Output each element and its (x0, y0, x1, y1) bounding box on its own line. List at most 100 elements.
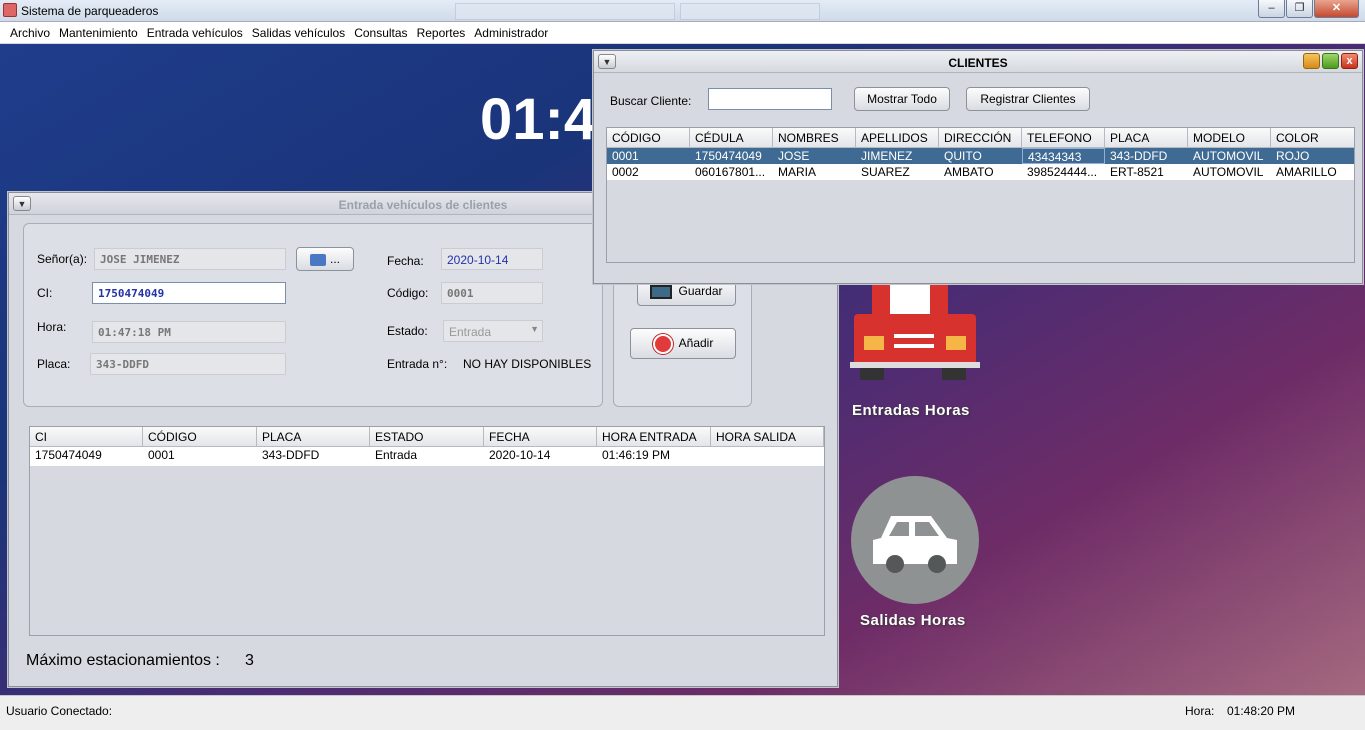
ci-input[interactable]: 1750474049 (92, 282, 286, 304)
col-codigo[interactable]: CÓDIGO (143, 427, 257, 446)
maximize-button[interactable]: ❐ (1286, 0, 1313, 18)
cell: 2020-10-14 (489, 448, 551, 462)
cell: 1750474049 (695, 149, 762, 163)
codigo-label: Código: (387, 286, 429, 300)
status-bar: Usuario Conectado: Hora: 01:48:20 PM (0, 695, 1365, 730)
col-codigo[interactable]: CÓDIGO (607, 128, 690, 147)
cell: JIMENEZ (861, 149, 913, 163)
codigo-field: 0001 (441, 282, 543, 304)
salidas-car-icon[interactable] (851, 476, 979, 604)
cell: ERT-8521 (1110, 165, 1164, 179)
placa-field: 343-DDFD (90, 353, 286, 375)
entradas-truck-icon[interactable] (850, 284, 980, 384)
senor-field: JOSE JIMENEZ (94, 248, 286, 270)
col-placa[interactable]: PLACA (1105, 128, 1188, 147)
browse-client-button[interactable]: ... (296, 247, 354, 271)
col-placa[interactable]: PLACA (257, 427, 370, 446)
usuario-conectado-label: Usuario Conectado: (6, 704, 113, 718)
entradas-horas-label[interactable]: Entradas Horas (852, 402, 970, 419)
close-button[interactable]: ✕ (1314, 0, 1359, 18)
cell: 0001 (148, 448, 175, 462)
menu-entrada-vehiculos[interactable]: Entrada vehículos (142, 22, 247, 43)
buscar-cliente-label: Buscar Cliente: (610, 94, 692, 108)
ci-label: CI: (37, 286, 53, 300)
entradas-table: CI CÓDIGO PLACA ESTADO FECHA HORA ENTRAD… (29, 426, 825, 636)
cell: SUAREZ (861, 165, 910, 179)
col-apellidos[interactable]: APELLIDOS (856, 128, 939, 147)
max-label: Máximo estacionamientos : (26, 652, 220, 669)
table-row[interactable]: 0001 1750474049 JOSE JIMENEZ QUITO 43434… (607, 148, 1354, 164)
close-icon[interactable]: x (1341, 53, 1358, 69)
chevron-down-icon: ▼ (530, 324, 539, 334)
cell (711, 447, 824, 464)
entrada-n-value: NO HAY DISPONIBLES (463, 357, 592, 371)
cell: 43434343 (1022, 148, 1105, 164)
fecha-label: Fecha: (387, 254, 424, 268)
car-icon (873, 516, 957, 573)
hora-field: 01:47:18 PM (92, 321, 286, 343)
col-telefono[interactable]: TELEFONO (1022, 128, 1105, 147)
estado-label: Estado: (387, 324, 428, 338)
table-row[interactable]: 1750474049 0001 343-DDFD Entrada 2020-10… (30, 447, 824, 464)
clientes-table: CÓDIGO CÉDULA NOMBRES APELLIDOS DIRECCIÓ… (606, 127, 1355, 263)
hora-label: Hora: (37, 320, 67, 334)
menu-reportes[interactable]: Reportes (412, 22, 470, 43)
cell: 343-DDFD (1110, 149, 1168, 163)
minimize-icon[interactable] (1303, 53, 1320, 69)
senor-label: Señor(a): (37, 252, 88, 266)
status-hora-label: Hora: (1185, 704, 1215, 718)
cell: QUITO (944, 149, 982, 163)
col-color[interactable]: COLOR (1271, 128, 1354, 147)
background-tab (680, 3, 820, 20)
status-hora-value: 01:48:20 PM (1227, 704, 1296, 718)
registrar-clientes-button[interactable]: Registrar Clientes (966, 87, 1090, 111)
table-empty-area (30, 466, 824, 635)
col-fecha[interactable]: FECHA (484, 427, 597, 446)
col-ci[interactable]: CI (30, 427, 143, 446)
col-hora-entrada[interactable]: HORA ENTRADA (597, 427, 711, 446)
placa-label: Placa: (37, 357, 71, 371)
window-titlebar: Sistema de parqueaderos – ❐ ✕ (0, 0, 1365, 22)
minimize-button[interactable]: – (1258, 0, 1285, 18)
col-estado[interactable]: ESTADO (370, 427, 484, 446)
col-nombres[interactable]: NOMBRES (773, 128, 856, 147)
cell: 1750474049 (35, 448, 102, 462)
col-modelo[interactable]: MODELO (1188, 128, 1271, 147)
entrada-n-label: Entrada n°: (387, 357, 448, 371)
mostrar-todo-button[interactable]: Mostrar Todo (854, 87, 950, 111)
max-value: 3 (245, 652, 254, 669)
maximize-icon[interactable] (1322, 53, 1339, 69)
anadir-button[interactable]: Añadir (630, 328, 736, 359)
table-row[interactable]: 0002 060167801... MARIA SUAREZ AMBATO 39… (607, 164, 1354, 180)
cell: JOSE (778, 149, 810, 163)
salidas-horas-label[interactable]: Salidas Horas (860, 612, 966, 629)
window-title: Sistema de parqueaderos (21, 4, 159, 18)
cell: 01:46:19 PM (602, 448, 671, 462)
cell: 0002 (612, 165, 639, 179)
menu-administrador[interactable]: Administrador (469, 22, 552, 43)
cell: AUTOMOVIL (1193, 149, 1264, 163)
menu-mantenimiento[interactable]: Mantenimiento (54, 22, 142, 43)
estado-select[interactable]: Entrada ▼ (443, 320, 543, 342)
col-cedula[interactable]: CÉDULA (690, 128, 773, 147)
fecha-field: 2020-10-14 (441, 248, 543, 270)
clientes-frame: ▼ CLIENTES x Buscar Cliente: Mostrar Tod… (593, 50, 1363, 284)
entradas-table-header: CI CÓDIGO PLACA ESTADO FECHA HORA ENTRAD… (30, 427, 824, 447)
menu-bar: Archivo Mantenimiento Entrada vehículos … (0, 22, 1365, 44)
clientes-table-header: CÓDIGO CÉDULA NOMBRES APELLIDOS DIRECCIÓ… (607, 128, 1354, 148)
menu-salidas-vehiculos[interactable]: Salidas vehículos (247, 22, 349, 43)
cell: AUTOMOVIL (1193, 165, 1264, 179)
cell: AMBATO (944, 165, 994, 179)
cell: AMARILLO (1276, 165, 1337, 179)
cell: 0001 (612, 149, 639, 163)
cell: 343-DDFD (262, 448, 320, 462)
buscar-cliente-input[interactable] (708, 88, 832, 110)
col-direccion[interactable]: DIRECCIÓN (939, 128, 1022, 147)
col-hora-salida[interactable]: HORA SALIDA (711, 427, 824, 446)
clientes-title: CLIENTES (948, 56, 1008, 70)
menu-archivo[interactable]: Archivo (5, 22, 54, 43)
save-icon (650, 284, 673, 299)
cell: Entrada (375, 448, 418, 462)
entrada-form-panel: Señor(a): JOSE JIMENEZ ... CI: 175047404… (23, 223, 603, 407)
menu-consultas[interactable]: Consultas (349, 22, 411, 43)
